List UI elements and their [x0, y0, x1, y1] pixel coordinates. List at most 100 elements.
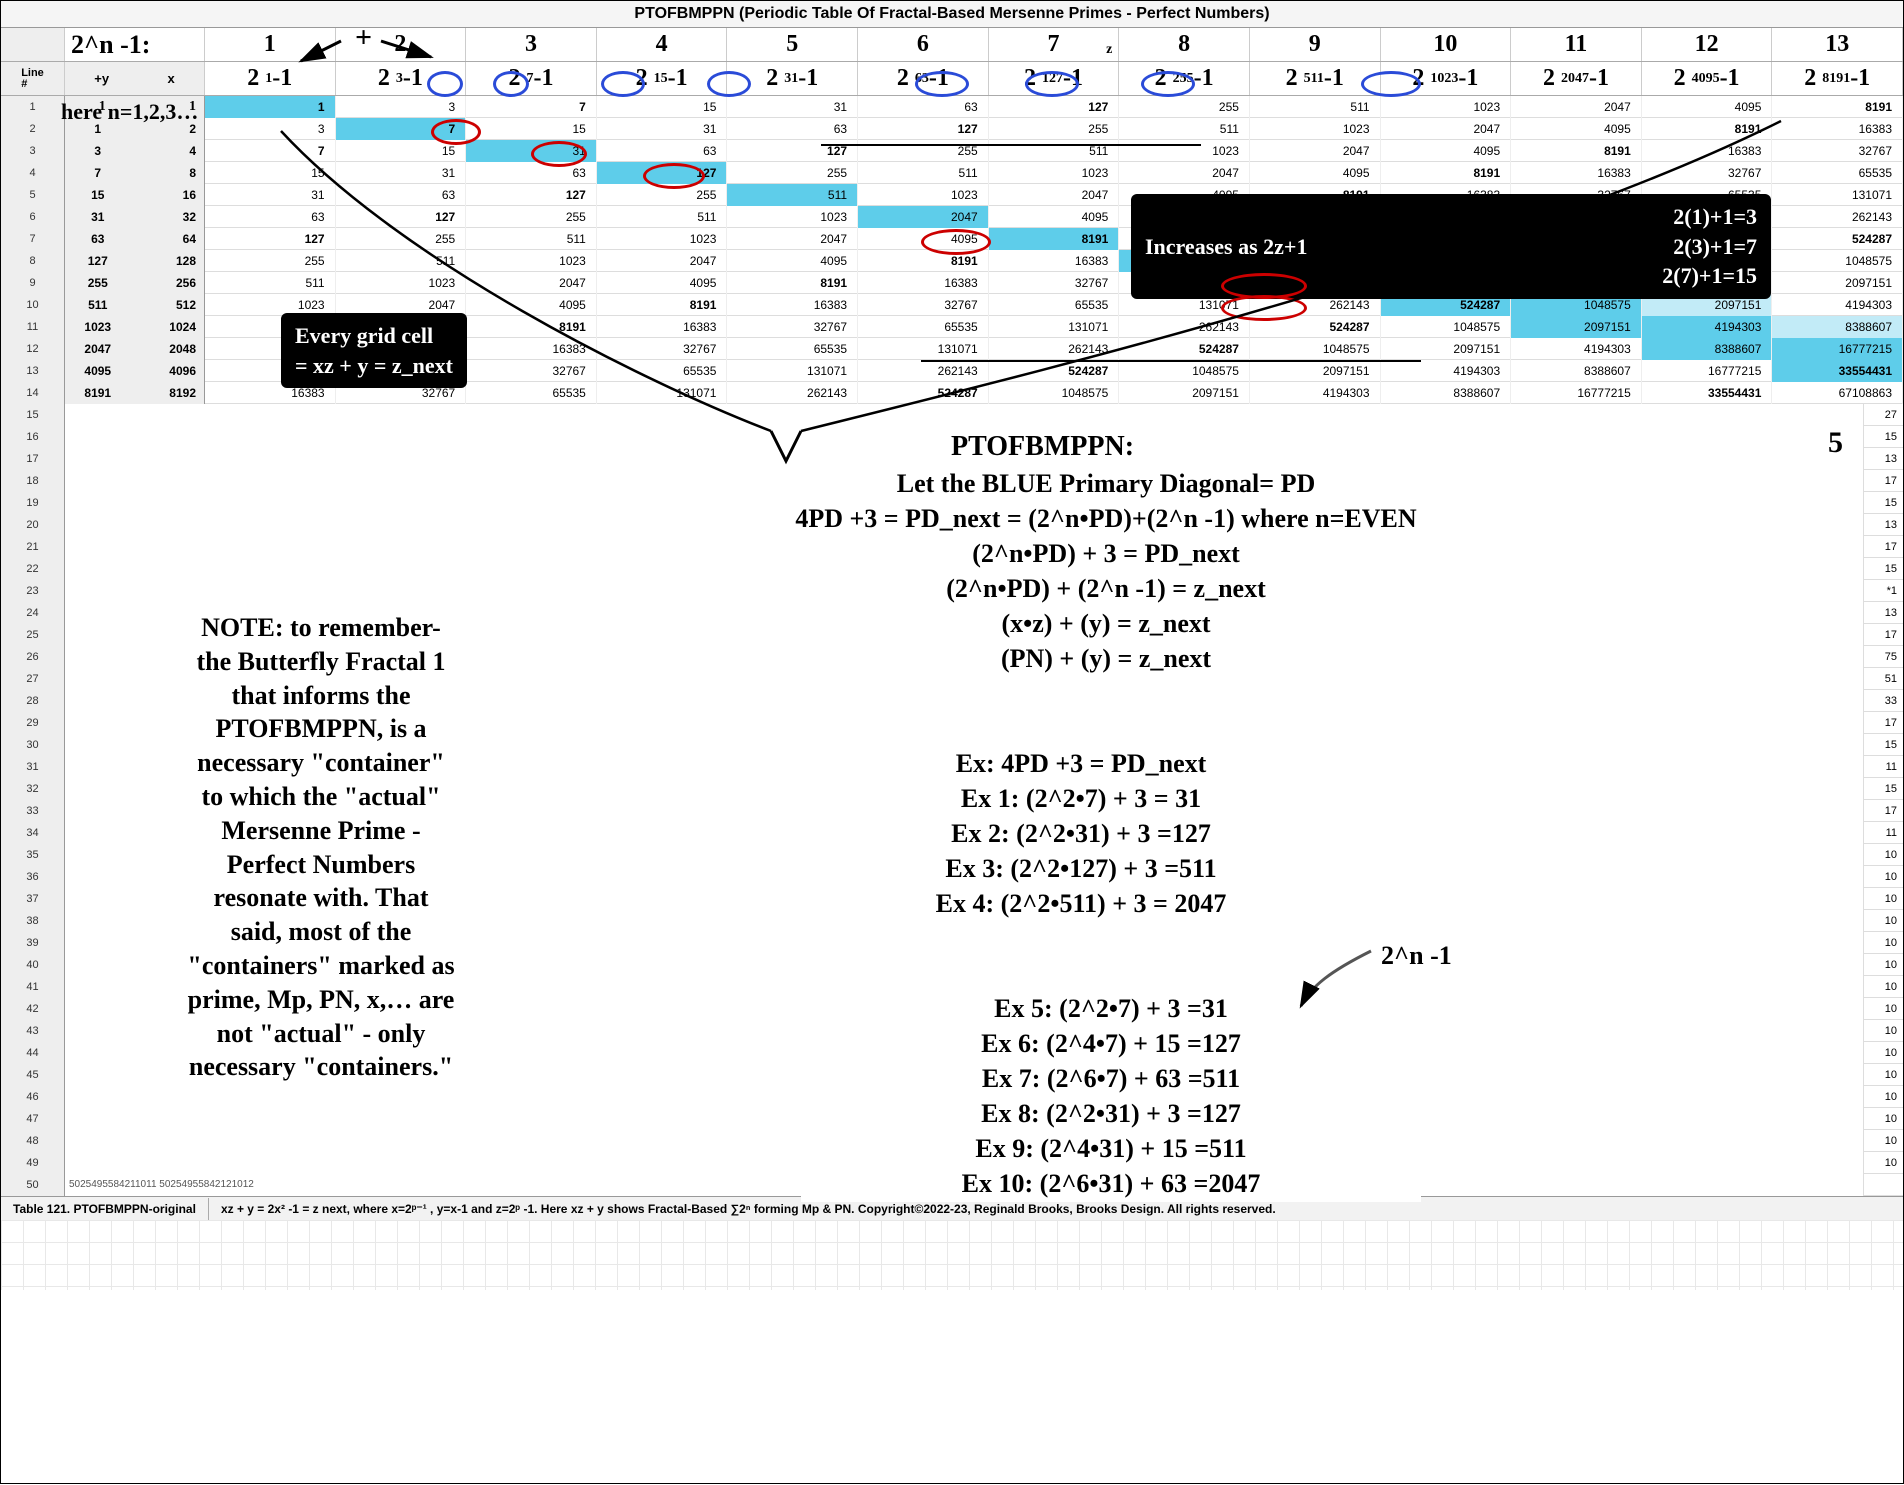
tail-num: 17 [1863, 536, 1903, 558]
data-cell: 7 [336, 118, 467, 140]
data-cell: 16383 [1642, 140, 1773, 162]
data-cell: 127 [727, 140, 858, 162]
data-cell: 4095 [727, 250, 858, 272]
tail-num: 10 [1863, 888, 1903, 910]
line-num: 21 [1, 536, 65, 558]
coltop-13: 13 [1772, 28, 1903, 61]
data-cell: 4095 [597, 272, 728, 294]
data-cell: 8191 [466, 316, 597, 338]
blackbox1-l2: = xz + y = z_next [295, 351, 453, 381]
line-num: 27 [1, 668, 65, 690]
data-cell: 255 [466, 206, 597, 228]
tail-num: 17 [1863, 470, 1903, 492]
tail-num: 15 [1863, 778, 1903, 800]
ex-l4: Ex 4: (2^2•511) + 3 = 2047 [771, 886, 1391, 921]
data-cell: 127 [336, 206, 467, 228]
data-cell: 31 [336, 162, 467, 184]
line-num: 18 [1, 470, 65, 492]
data-cell: 524287 [1119, 338, 1250, 360]
data-cell: 67108863 [1772, 382, 1903, 404]
line-num: 37 [1, 888, 65, 910]
data-cell: 65535 [727, 338, 858, 360]
line-num: 11 [1, 316, 65, 338]
line-hdr-txt: Line # [21, 68, 44, 90]
data-cell: 32767 [466, 360, 597, 382]
tail-num: 17 [1863, 624, 1903, 646]
data-cell: 3 [336, 96, 467, 118]
data-cell: 8191 [727, 272, 858, 294]
colsub-13: 2 8191-1 [1772, 62, 1903, 95]
data-cell: 1023 [336, 272, 467, 294]
formula-block: Let the BLUE Primary Diagonal= PD 4PD +3… [561, 466, 1651, 677]
data-cell: 2047 [1381, 118, 1512, 140]
data-cell: 255 [858, 140, 989, 162]
line-num: 25 [1, 624, 65, 646]
data-cell: 8191 [1642, 118, 1773, 140]
tail-num: 75 [1863, 646, 1903, 668]
data-cell: 127 [205, 228, 336, 250]
coltop-2: 2 [336, 28, 467, 61]
data-cell: 16777215 [1772, 338, 1903, 360]
data-cell: 2047 [466, 272, 597, 294]
tail-num: 15 [1863, 492, 1903, 514]
data-cell: 511 [1250, 96, 1381, 118]
y-cell: 255256 [65, 272, 205, 294]
line-num: 41 [1, 976, 65, 998]
table-row: 3347153163127255511102320474095819116383… [1, 140, 1903, 162]
data-cell: 2097151 [1772, 272, 1903, 294]
line-hdr: Line # [1, 62, 65, 95]
data-cell: 8191 [1381, 162, 1512, 184]
note-text: NOTE: to remember- the Butterfly Fractal… [101, 611, 541, 1084]
tail-num: 11 [1863, 822, 1903, 844]
coltop-12: 12 [1642, 28, 1773, 61]
tail-num: 15 [1863, 426, 1903, 448]
line-num: 29 [1, 712, 65, 734]
data-cell: 4194303 [1250, 382, 1381, 404]
line-num: 1 [1, 96, 65, 118]
tail-num: 13 [1863, 448, 1903, 470]
data-cell: 262143 [727, 382, 858, 404]
data-cell: 1048575 [1250, 338, 1381, 360]
footer-label: Table 121. PTOFBMPPN-original [1, 1198, 209, 1220]
tail-num: 10 [1863, 1042, 1903, 1064]
data-cell: 65535 [1772, 162, 1903, 184]
data-cell: 32767 [1772, 140, 1903, 162]
data-cell: 1023 [466, 250, 597, 272]
tail-num: 10 [1863, 866, 1903, 888]
data-cell: 4095 [989, 206, 1120, 228]
line-num: 12 [1, 338, 65, 360]
corner-formula: 2^n -1: [65, 28, 205, 61]
blackbox2-l1: 2(1)+1=3 [1662, 202, 1757, 232]
data-cell: 15 [597, 96, 728, 118]
coltop-11: 11 [1511, 28, 1642, 61]
data-cell: 131071 [727, 360, 858, 382]
line-num: 24 [1, 602, 65, 624]
tail-num: 10 [1863, 1108, 1903, 1130]
data-cell: 1048575 [1381, 316, 1512, 338]
ex2-l2: Ex 6: (2^4•7) + 15 =127 [801, 1026, 1421, 1061]
coltop-7: 7z [989, 28, 1120, 61]
coltop-8: 8 [1119, 28, 1250, 61]
data-cell: 131071 [989, 316, 1120, 338]
y-cell: 6364 [65, 228, 205, 250]
data-cell: 8191 [597, 294, 728, 316]
line-num: 23 [1, 580, 65, 602]
data-cell: 1 [205, 96, 336, 118]
y-cell: 10231024 [65, 316, 205, 338]
blackbox-gridcell: Every grid cell = xz + y = z_next [281, 313, 467, 388]
tail-num: 15 [1863, 734, 1903, 756]
data-cell: 31 [727, 96, 858, 118]
yx-hdr: +y x [65, 62, 205, 95]
tail-num: 33 [1863, 690, 1903, 712]
tail-num: 10 [1863, 1152, 1903, 1174]
data-cell: 8388607 [1511, 360, 1642, 382]
coltop-10: 10 [1381, 28, 1512, 61]
blackbox-increase: Increases as 2z+1 2(1)+1=3 2(3)+1=7 2(7)… [1131, 194, 1771, 299]
ex2-l6: Ex 10: (2^6•31) + 63 =2047 [801, 1166, 1421, 1201]
data-cell: 2047 [1250, 140, 1381, 162]
data-cell: 63 [597, 140, 728, 162]
line-num: 36 [1, 866, 65, 888]
data-cell: 255 [727, 162, 858, 184]
coltop-5: 5 [727, 28, 858, 61]
tail-num: 10 [1863, 844, 1903, 866]
